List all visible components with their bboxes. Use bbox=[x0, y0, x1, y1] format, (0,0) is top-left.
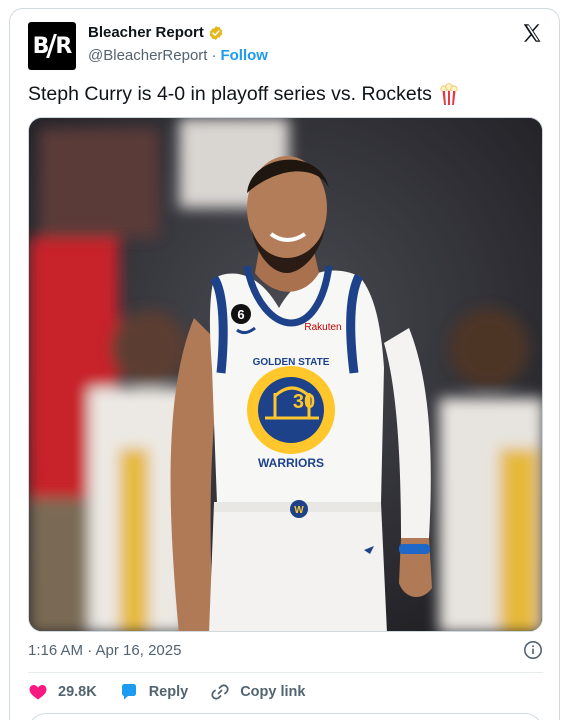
tweet-photo[interactable]: 6 Rakuten 30 GOLDEN STATE WARRIORS W bbox=[28, 117, 543, 632]
display-name[interactable]: Bleacher Report bbox=[88, 24, 204, 41]
jersey-sponsor: Rakuten bbox=[304, 322, 341, 333]
jersey-team-bottom: WARRIORS bbox=[258, 456, 324, 470]
divider bbox=[28, 672, 543, 673]
avatar[interactable]: B R bbox=[28, 22, 76, 70]
tweet-body: Steph Curry is 4-0 in playoff series vs.… bbox=[28, 83, 432, 105]
reply-bubble-icon bbox=[121, 684, 136, 700]
avatar-letter-r: R bbox=[55, 33, 72, 59]
like-count: 29.8K bbox=[58, 684, 97, 700]
tweet-text: Steph Curry is 4-0 in playoff series vs.… bbox=[28, 82, 460, 106]
handle-row: @BleacherReport · Follow bbox=[88, 47, 268, 64]
reply-button[interactable]: Reply bbox=[119, 682, 189, 702]
popcorn-icon bbox=[440, 83, 458, 105]
copy-link-label: Copy link bbox=[240, 684, 306, 700]
tweet-timestamp[interactable]: 1:16 AM · Apr 16, 2025 bbox=[28, 642, 181, 659]
action-bar: 29.8K Reply Copy link bbox=[28, 682, 327, 702]
x-logo-icon[interactable] bbox=[521, 22, 543, 44]
like-button[interactable]: 29.8K bbox=[28, 682, 97, 702]
reply-label: Reply bbox=[148, 684, 189, 700]
belt-logo: W bbox=[294, 505, 304, 516]
tweet-card: B R Bleacher Report @BleacherReport · Fo… bbox=[9, 8, 560, 720]
follow-button[interactable]: Follow bbox=[220, 47, 268, 64]
player-photo: 6 Rakuten 30 GOLDEN STATE WARRIORS W bbox=[29, 118, 542, 631]
verified-badge-icon bbox=[209, 25, 223, 40]
jersey-patch-number: 6 bbox=[237, 307, 244, 322]
info-icon[interactable] bbox=[523, 640, 543, 660]
jersey-number: 30 bbox=[293, 391, 315, 413]
read-replies-button[interactable] bbox=[28, 713, 543, 720]
link-icon bbox=[211, 684, 229, 700]
name-row: Bleacher Report bbox=[88, 24, 224, 41]
jersey-team-top: GOLDEN STATE bbox=[253, 357, 330, 368]
handle-separator: · bbox=[211, 47, 217, 64]
handle[interactable]: @BleacherReport bbox=[88, 47, 207, 64]
heart-icon bbox=[29, 685, 47, 700]
copy-link-button[interactable]: Copy link bbox=[210, 682, 305, 702]
